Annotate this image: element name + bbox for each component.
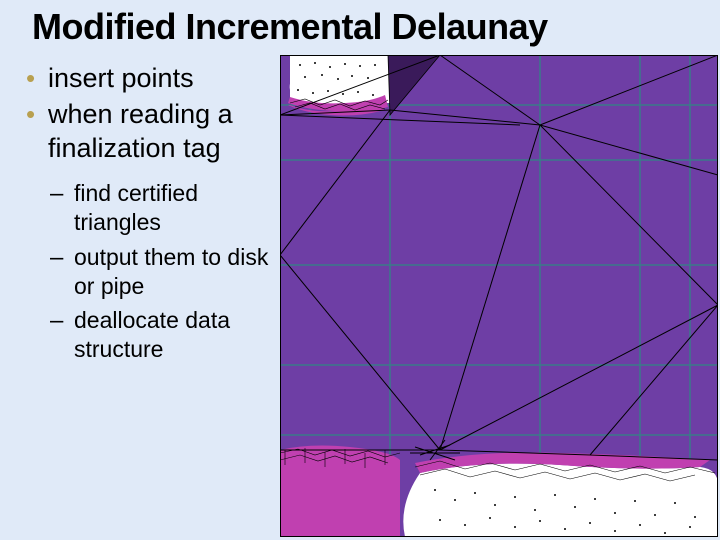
bullet-l2: find certified triangles xyxy=(20,179,270,237)
bullet-l1: when reading a finalization tag xyxy=(20,98,270,166)
bullet-text: find certified triangles xyxy=(74,180,198,235)
triangulation-svg xyxy=(280,55,718,537)
slide: Modified Incremental Delaunay insert poi… xyxy=(0,0,720,540)
bullet-l2: output them to disk or pipe xyxy=(20,243,270,301)
bullet-text: when reading a finalization tag xyxy=(48,99,233,163)
bullet-l1: insert points xyxy=(20,62,270,96)
slide-title: Modified Incremental Delaunay xyxy=(32,6,548,48)
triangulation-figure xyxy=(280,55,718,537)
bullet-list: insert points when reading a finalizatio… xyxy=(20,62,270,370)
bullet-text: output them to disk or pipe xyxy=(74,244,268,299)
bullet-text: insert points xyxy=(48,63,194,93)
bullet-l2: deallocate data structure xyxy=(20,306,270,364)
bullet-text: deallocate data structure xyxy=(74,307,230,362)
